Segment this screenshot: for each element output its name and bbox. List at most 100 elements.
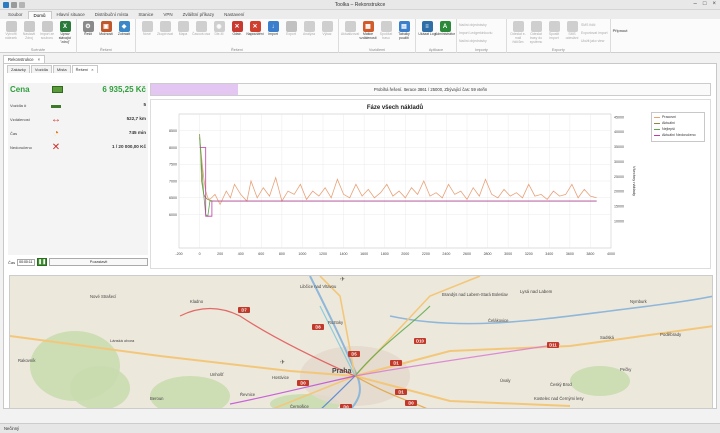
ribbon-button[interactable]: ≡ Ukázat Log — [418, 20, 436, 45]
ribbon-tab[interactable]: Hlavní situace — [52, 11, 90, 19]
close-window-button[interactable]: × — [712, 1, 716, 7]
ribbon-button[interactable]: Aktualizovat — [341, 20, 359, 45]
eye-icon: ◉ — [213, 21, 225, 32]
sub-tab[interactable]: Místa — [52, 65, 71, 73]
y-right-axis-label: Všechny náklady — [632, 166, 637, 196]
main-panel: Zakázky Vozidla Místa Řešení × Cena 6 935,25… — [3, 63, 717, 409]
ribbon-button[interactable]: SMS odeslání — [563, 20, 581, 45]
time-input[interactable] — [17, 258, 36, 266]
ribbon-tab[interactable]: Domů — [27, 11, 52, 19]
ribbon-button-label: Zobrazit — [117, 32, 131, 36]
import-menu-item[interactable]: Načíst objednávky — [459, 22, 492, 29]
ribbon-button-label: Matice vzdáleností — [359, 32, 377, 40]
ribbon-button[interactable]: A Administrátor — [435, 20, 455, 45]
close-tab-icon[interactable]: × — [91, 66, 93, 73]
ribbon-button[interactable]: ✕ Odstr. — [228, 20, 246, 45]
ribbon-button[interactable]: Výkaz — [318, 20, 336, 45]
x-tick-label: 400 — [238, 252, 244, 256]
sub-tab-label: Místa — [56, 67, 67, 72]
maximize-button[interactable]: □ — [703, 1, 707, 7]
export-menu-item[interactable]: Exportovat import — [581, 30, 608, 37]
ribbon-button-label: Možnosti — [99, 32, 113, 36]
close-tab-icon[interactable]: × — [38, 56, 40, 63]
ribbon-button[interactable]: ▦ Matice vzdáleností — [359, 20, 377, 45]
sub-tab[interactable]: Zakázky — [7, 65, 30, 73]
ribbon-button[interactable]: Časová osa — [192, 20, 210, 45]
ribbon-tab[interactable]: Stanice — [133, 11, 158, 19]
ribbon-group: Vytvořit nálezek Nastavit Zdroj Import ze … — [0, 19, 77, 53]
import-menu-item[interactable]: Import Ledgerkinkoviu — [459, 30, 492, 37]
sub-tab-label: Řešení — [75, 67, 89, 72]
pause-button[interactable]: ❚❚ — [37, 258, 48, 266]
document-tab[interactable]: Rekonstrukce × — [3, 55, 46, 63]
ribbon-button[interactable]: X Uprav stávající "zdroj" — [56, 20, 74, 45]
ribbon-button-label: Ukázat Log — [418, 32, 436, 36]
ribbon-tab[interactable]: Distribuční místa — [90, 11, 134, 19]
ribbon-tab[interactable]: Nastavení — [219, 11, 249, 19]
map-place-label: Rakovník — [18, 358, 36, 363]
ribbon-button[interactable]: ▤ Tabulky použití — [395, 20, 413, 45]
ribbon-button[interactable]: ◆ Zobrazit — [115, 20, 133, 45]
ribbon-group-exports: Odeslat e-mail řidičům Odeslat trasy do s… — [507, 19, 611, 53]
legend-swatch — [654, 128, 660, 130]
export-icon — [285, 21, 297, 32]
stat-value: 522,7 km — [126, 116, 146, 121]
ribbon-group-label: Řešení — [230, 48, 244, 52]
export-menu-item[interactable]: SMS řidič — [581, 22, 608, 29]
ribbon-button-label: Tabulky použití — [398, 32, 410, 40]
y-right-tick-label: 45000 — [614, 115, 624, 119]
table-icon: ▤ — [398, 21, 410, 32]
map-svg[interactable]: D7 D8 D10 D11 D0 D1 D5 D0 D1 D0 Libčice nad Vltavo… — [10, 276, 713, 409]
ribbon-button[interactable]: Odeslat trasy do systému — [527, 20, 545, 45]
map-place-label: Nové Strašecí — [90, 294, 117, 299]
route-map[interactable]: D7 D8 D10 D11 D0 D1 D5 D0 D1 D0 Libčice nad Vltavo… — [9, 275, 713, 409]
sub-tab[interactable]: Řešení × — [71, 65, 98, 73]
stat-row: Vzdálenost ↔ 522,7 km — [8, 113, 148, 127]
ribbon-button[interactable]: Zkopírovat — [156, 20, 174, 45]
sub-tabs: Zakázky Vozidla Místa Řešení × — [7, 65, 99, 73]
ribbon-button-label: Vytvořit nálezek — [5, 32, 17, 40]
export-menu-item[interactable]: Uložit jako view — [581, 38, 608, 45]
ribbon-tab[interactable]: Zvláštní příkazy — [178, 11, 220, 19]
analysis-icon — [303, 21, 315, 32]
pin-button[interactable]: Připnout — [611, 19, 630, 53]
ribbon-button[interactable]: Mapa — [174, 20, 192, 45]
ribbon-group: Nové Zkopírovat Mapa Časová osa ◉ Dle-M ✕ Odstr… — [136, 19, 339, 53]
ribbon-button[interactable]: ⚙ Řešit — [79, 20, 97, 45]
ribbon-button[interactable]: Spočítat trasu — [377, 20, 395, 45]
x-tick-label: 3200 — [525, 252, 533, 256]
stop-button[interactable]: Pozastavit — [49, 258, 148, 266]
ribbon-button[interactable]: Odeslat e-mail řidičům — [509, 20, 527, 45]
stat-value: 5 — [143, 102, 146, 107]
y-right-tick-label: 25000 — [614, 175, 624, 179]
forest-area — [70, 366, 130, 408]
y-tick-label: 6500 — [169, 196, 177, 200]
legend-swatch — [654, 134, 660, 136]
legend-swatch — [654, 116, 660, 118]
ribbon-button[interactable]: ◉ Dle-M — [210, 20, 228, 45]
sub-tab[interactable]: Vozidla — [30, 65, 52, 73]
ribbon-button[interactable]: Nové — [138, 20, 156, 45]
ribbon-button[interactable]: Import ze souboru — [38, 20, 56, 45]
ribbon-tab[interactable]: Soubor — [3, 11, 28, 19]
ribbon-button[interactable]: Spustit import — [545, 20, 563, 45]
ribbon-button[interactable]: Nastavit Zdroj — [20, 20, 38, 45]
excel-icon: X — [59, 21, 71, 32]
x-tick-label: 2800 — [484, 252, 492, 256]
ribbon-button[interactable]: ▣ Možnosti — [97, 20, 115, 45]
minimize-button[interactable]: – — [694, 1, 697, 7]
x-tick-label: 200 — [217, 252, 223, 256]
x-tick-label: 1600 — [360, 252, 368, 256]
distance-icon: ↔ — [51, 114, 61, 125]
ribbon-button[interactable]: Vytvořit nálezek — [2, 20, 20, 45]
x-tick-label: 4000 — [607, 252, 615, 256]
ribbon-button[interactable]: ✕ Napouštění — [246, 20, 264, 45]
ribbon-button[interactable]: Analýza — [300, 20, 318, 45]
route-badge-label: D5 — [351, 352, 357, 357]
ribbon-button[interactable]: ↓ Import — [264, 20, 282, 45]
import-menu-item[interactable]: Načíst objednávky — [459, 38, 492, 45]
series-line — [199, 134, 597, 202]
ribbon-button[interactable]: Export — [282, 20, 300, 45]
ribbon-tab[interactable]: VPN — [158, 11, 177, 19]
sub-tab-label: Vozidla — [34, 67, 48, 72]
